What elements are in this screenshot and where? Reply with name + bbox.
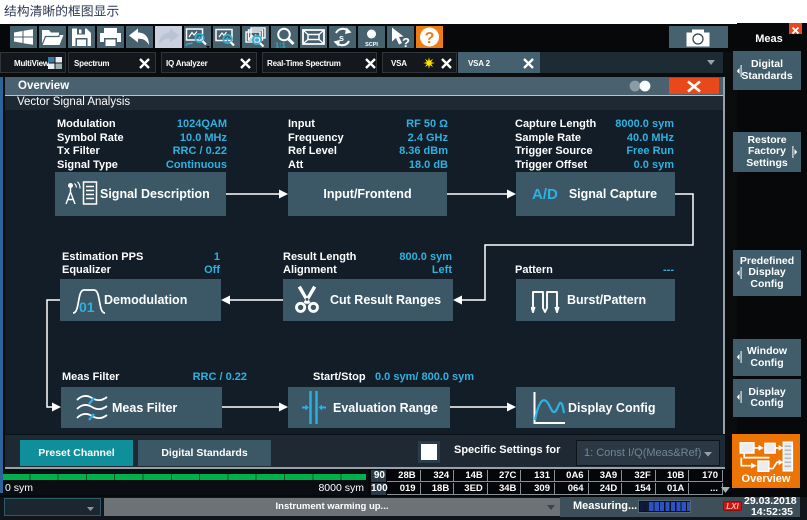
svg-text:SCPI: SCPI [365,42,378,48]
svg-text:s: s [339,33,344,43]
svg-text:?: ? [425,30,435,47]
svg-text:?: ? [402,35,410,48]
svg-text:1:1: 1:1 [275,41,286,49]
